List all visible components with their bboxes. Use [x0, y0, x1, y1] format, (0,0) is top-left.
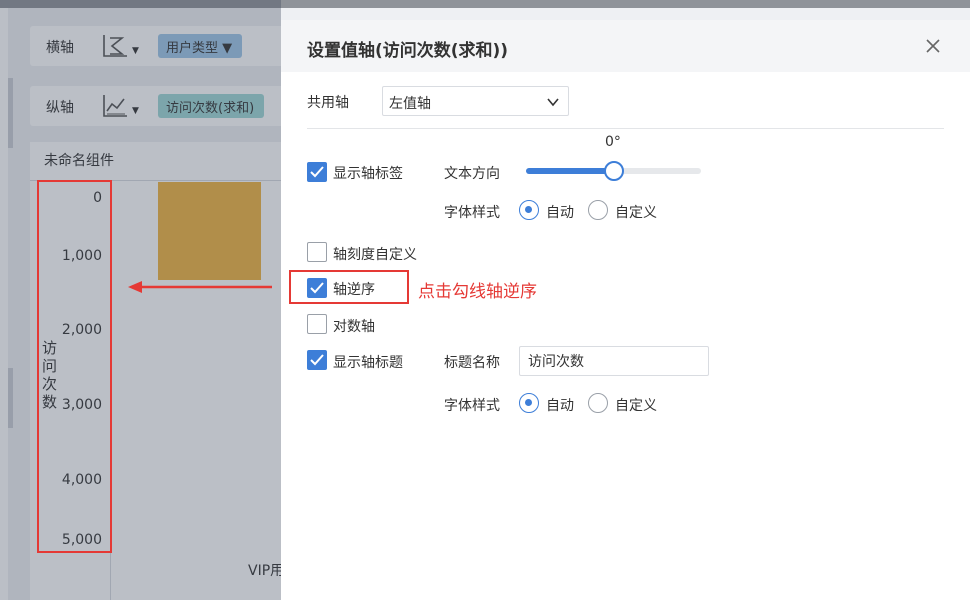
radio-custom-label: 自定义	[615, 398, 657, 414]
divider	[307, 128, 944, 129]
font-style-auto-radio[interactable]	[519, 200, 539, 220]
radio-auto-label: 自动	[546, 398, 574, 414]
slider-fill	[526, 168, 614, 174]
dialog-header: 设置值轴(访问次数(求和))	[281, 20, 970, 72]
check-icon	[310, 282, 324, 294]
radio-custom-label: 自定义	[615, 205, 657, 221]
radio-auto-label: 自动	[546, 205, 574, 221]
reverse-axis-label: 轴逆序	[333, 282, 375, 298]
dialog-title: 设置值轴(访问次数(求和))	[307, 41, 509, 61]
title-name-label: 标题名称	[444, 355, 500, 371]
show-axis-labels-label: 显示轴标签	[333, 166, 403, 182]
reverse-axis-checkbox[interactable]	[307, 278, 327, 298]
text-direction-value: 0°	[605, 134, 621, 150]
close-icon[interactable]	[921, 34, 945, 58]
shared-axis-value: 左值轴	[389, 96, 431, 112]
font-style-label: 字体样式	[444, 398, 500, 414]
log-axis-checkbox[interactable]	[307, 314, 327, 334]
show-axis-labels-checkbox[interactable]	[307, 162, 327, 182]
shared-axis-select[interactable]: 左值轴	[382, 86, 569, 116]
text-direction-label: 文本方向	[444, 166, 500, 182]
show-axis-title-label: 显示轴标题	[333, 355, 403, 371]
custom-scale-label: 轴刻度自定义	[333, 247, 417, 263]
text-direction-slider[interactable]	[526, 161, 701, 181]
shared-axis-label: 共用轴	[307, 95, 349, 111]
font-style-custom-radio[interactable]	[588, 200, 608, 220]
chevron-down-icon	[547, 98, 559, 107]
slider-handle[interactable]	[603, 161, 624, 181]
axis-settings-dialog: 设置值轴(访问次数(求和)) 共用轴 左值轴 显示轴标签 文本方向 0° 字体样…	[281, 20, 970, 600]
log-axis-label: 对数轴	[333, 319, 375, 335]
title-name-input[interactable]	[519, 346, 709, 376]
font-style-label: 字体样式	[444, 205, 500, 221]
annotation-note: 点击勾线轴逆序	[418, 282, 537, 302]
title-font-custom-radio[interactable]	[588, 393, 608, 413]
title-font-auto-radio[interactable]	[519, 393, 539, 413]
check-icon	[310, 354, 324, 366]
annotation-highlight-box	[37, 180, 112, 553]
annotation-arrow-icon	[128, 281, 272, 293]
custom-scale-checkbox[interactable]	[307, 242, 327, 262]
show-axis-title-checkbox[interactable]	[307, 350, 327, 370]
check-icon	[310, 166, 324, 178]
